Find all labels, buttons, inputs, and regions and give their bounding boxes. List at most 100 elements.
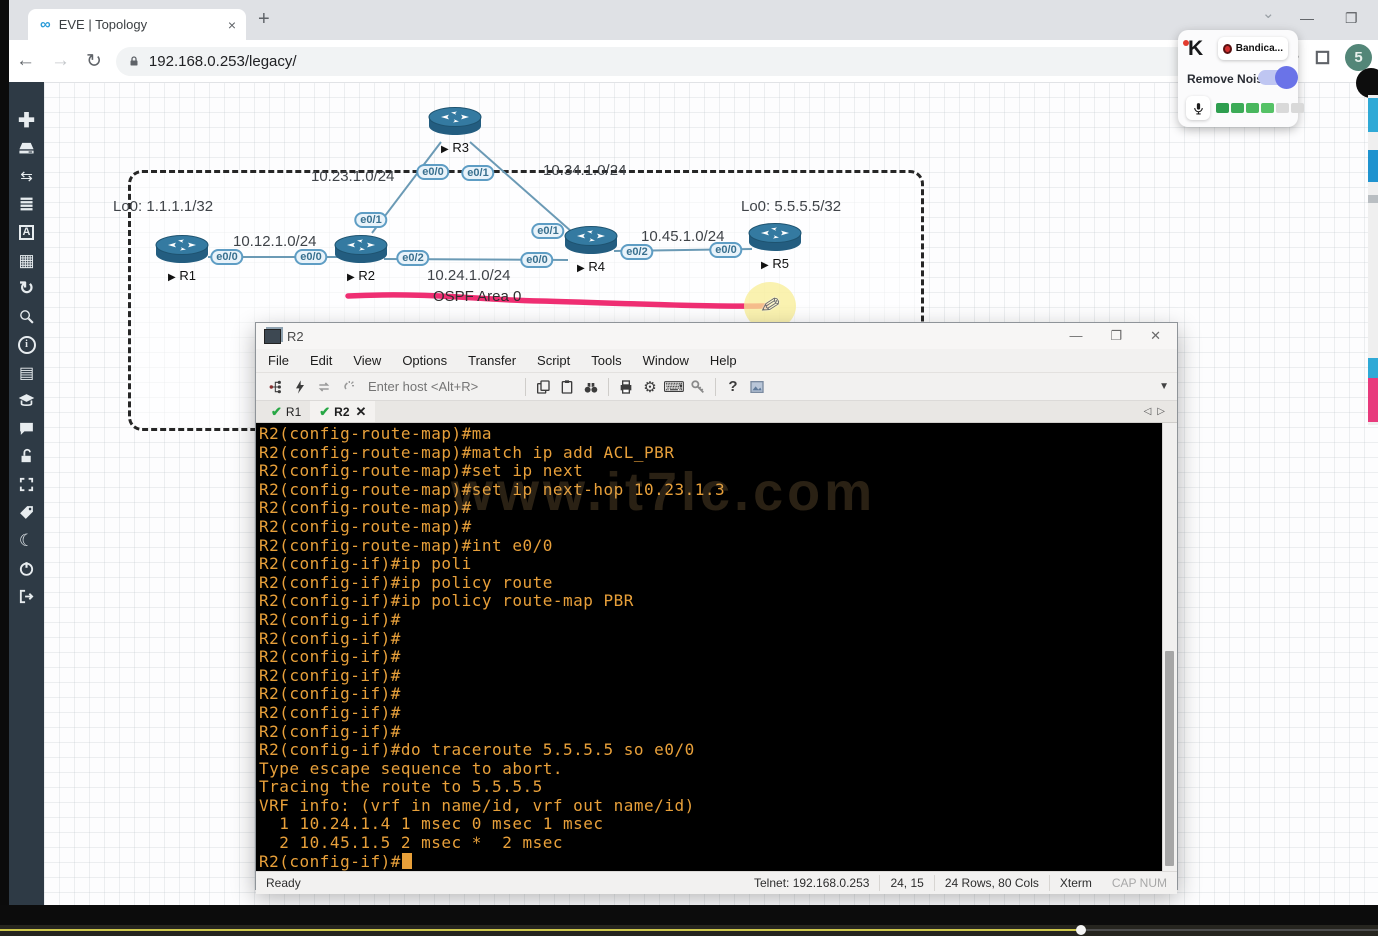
reconnect-icon[interactable]: [312, 377, 336, 397]
menu-file[interactable]: File: [268, 353, 289, 368]
remove-noise-toggle[interactable]: [1258, 70, 1294, 85]
annotation-tool-segment[interactable]: [1368, 150, 1378, 182]
loopback-label: Lo0: 5.5.5.5/32: [741, 198, 841, 215]
video-progress-watched: [0, 929, 1080, 931]
logout-icon[interactable]: [16, 586, 38, 607]
extension-square-icon[interactable]: [1314, 49, 1331, 66]
recorder-overlay-widget[interactable]: K Bandica... Remove Noise: [1178, 30, 1298, 127]
annotation-tool-segment[interactable]: [1368, 98, 1378, 132]
annotation-tool-segment[interactable]: [1368, 358, 1378, 378]
refresh-topology-icon[interactable]: ↻: [16, 278, 38, 299]
menu-script[interactable]: Script: [537, 353, 570, 368]
terminal-line: R2(config-route-map)#match ip add ACL_PB…: [259, 444, 1162, 463]
eve-sidebar: ✚ ⇆ ≣ A ▦ ↻ i ▤ ☾: [9, 82, 44, 905]
fullscreen-icon[interactable]: [16, 474, 38, 495]
microphone-icon[interactable]: [1186, 96, 1210, 120]
securecrt-window[interactable]: R2 — ❐ ✕ File Edit View Options Transfer Scri…: [255, 322, 1178, 890]
connected-check-icon: ✔: [319, 404, 330, 420]
help-icon[interactable]: ?: [721, 377, 745, 397]
key-icon[interactable]: [686, 377, 710, 397]
reload-icon[interactable]: ↻: [86, 50, 102, 73]
forward-icon[interactable]: →: [51, 50, 70, 72]
enter-host-input[interactable]: [366, 376, 520, 397]
quick-connect-icon[interactable]: [288, 377, 312, 397]
workbooks-icon[interactable]: [16, 390, 38, 411]
terminal-line: R2(config-route-map)#: [259, 499, 1162, 518]
video-playhead[interactable]: [1076, 925, 1086, 935]
terminal-line: R2(config-route-map)#: [259, 518, 1162, 537]
menu-edit[interactable]: Edit: [310, 353, 332, 368]
eve-logo-icon: ∞: [40, 16, 51, 33]
menu-tools[interactable]: Tools: [591, 353, 621, 368]
keymap-icon[interactable]: ⌨: [662, 377, 686, 397]
disconnect-icon[interactable]: [336, 377, 360, 397]
annotation-tool-strip[interactable]: [1368, 95, 1378, 425]
add-object-icon[interactable]: ✚: [16, 110, 38, 131]
chat-icon[interactable]: [16, 418, 38, 439]
overlay-collapse-chevron-icon[interactable]: ⌄: [1262, 4, 1275, 22]
more-actions-icon[interactable]: ▦: [16, 250, 38, 271]
dark-mode-icon[interactable]: ☾: [16, 530, 38, 551]
status-icon[interactable]: i: [16, 334, 38, 355]
tab-close-icon[interactable]: ✕: [356, 404, 367, 420]
new-tab-button[interactable]: +: [258, 8, 270, 31]
tab-scroll-arrows[interactable]: ◁▷: [1144, 406, 1171, 417]
window-maximize-button[interactable]: ❐: [1345, 10, 1358, 27]
print-icon[interactable]: [614, 377, 638, 397]
tab-title: EVE | Topology: [59, 17, 226, 32]
router-r1[interactable]: ▶ R1: [154, 233, 210, 283]
menu-window[interactable]: Window: [643, 353, 689, 368]
interface-badge: e0/1: [531, 223, 564, 239]
menu-help[interactable]: Help: [710, 353, 737, 368]
session-options-icon[interactable]: [745, 377, 769, 397]
router-r4[interactable]: ▶ R4: [563, 224, 619, 274]
options-gear-icon[interactable]: ⚙: [638, 377, 662, 397]
find-icon[interactable]: [579, 377, 603, 397]
session-manager-icon[interactable]: [264, 377, 288, 397]
scrollbar-thumb[interactable]: [1165, 651, 1174, 866]
terminal-close-button[interactable]: ✕: [1150, 328, 1161, 344]
profile-avatar[interactable]: 5: [1345, 44, 1372, 71]
browser-tab[interactable]: ∞ EVE | Topology ×: [28, 9, 246, 40]
menu-options[interactable]: Options: [402, 353, 447, 368]
lock-lab-icon[interactable]: [16, 446, 38, 467]
terminal-scrollbar[interactable]: [1162, 423, 1177, 871]
annotation-tool-segment[interactable]: [1368, 195, 1378, 203]
session-tab-r2[interactable]: ✔R2✕: [310, 401, 375, 422]
paste-icon[interactable]: [555, 377, 579, 397]
networks-icon[interactable]: ⇆: [16, 166, 38, 187]
label-icon[interactable]: [16, 502, 38, 523]
copy-icon[interactable]: [531, 377, 555, 397]
toolbar-overflow-icon[interactable]: ▼: [1159, 381, 1169, 392]
terminal-status-bar: Ready Telnet: 192.168.0.253 24, 15 24 Ro…: [256, 871, 1177, 894]
router-r2[interactable]: ▶ R2: [333, 233, 389, 283]
status-locks: CAP NUM: [1102, 875, 1177, 891]
zoom-icon[interactable]: [16, 306, 38, 327]
terminal-title-bar[interactable]: R2 — ❐ ✕: [256, 323, 1177, 349]
session-tab-r1[interactable]: ✔R1: [262, 401, 310, 422]
menu-transfer[interactable]: Transfer: [468, 353, 516, 368]
terminal-screen[interactable]: www.it7lc.com R2(config-route-map)#maR2(…: [256, 423, 1177, 871]
startup-configs-icon[interactable]: ≣: [16, 194, 38, 215]
annotation-tool-segment[interactable]: [1368, 378, 1378, 422]
window-minimize-button[interactable]: —: [1300, 10, 1314, 26]
toggle-knob: [1275, 66, 1298, 89]
menu-view[interactable]: View: [353, 353, 381, 368]
tab-close-icon[interactable]: ×: [226, 17, 238, 33]
lab-details-icon[interactable]: ▤: [16, 362, 38, 383]
router-r5[interactable]: ▶ R5: [747, 221, 803, 271]
status-size: 24 Rows, 80 Cols: [935, 875, 1050, 891]
terminal-maximize-button[interactable]: ❐: [1110, 328, 1122, 344]
bandicam-pill[interactable]: Bandica...: [1218, 37, 1288, 60]
terminal-line: R2(config-if)#ip poli: [259, 555, 1162, 574]
url-bar[interactable]: 192.168.0.253/legacy/: [116, 47, 1256, 76]
browser-navbar: ← → ↻ 192.168.0.253/legacy/: [0, 40, 1378, 83]
shutdown-icon[interactable]: [16, 558, 38, 579]
back-icon[interactable]: ←: [16, 50, 35, 72]
router-r3[interactable]: ▶ R3: [427, 105, 483, 155]
terminal-minimize-button[interactable]: —: [1069, 328, 1082, 344]
interface-badge: e0/0: [520, 252, 553, 268]
text-object-icon[interactable]: A: [16, 222, 38, 243]
nodes-icon[interactable]: [16, 138, 38, 159]
terminal-output[interactable]: www.it7lc.com R2(config-route-map)#maR2(…: [256, 423, 1162, 871]
